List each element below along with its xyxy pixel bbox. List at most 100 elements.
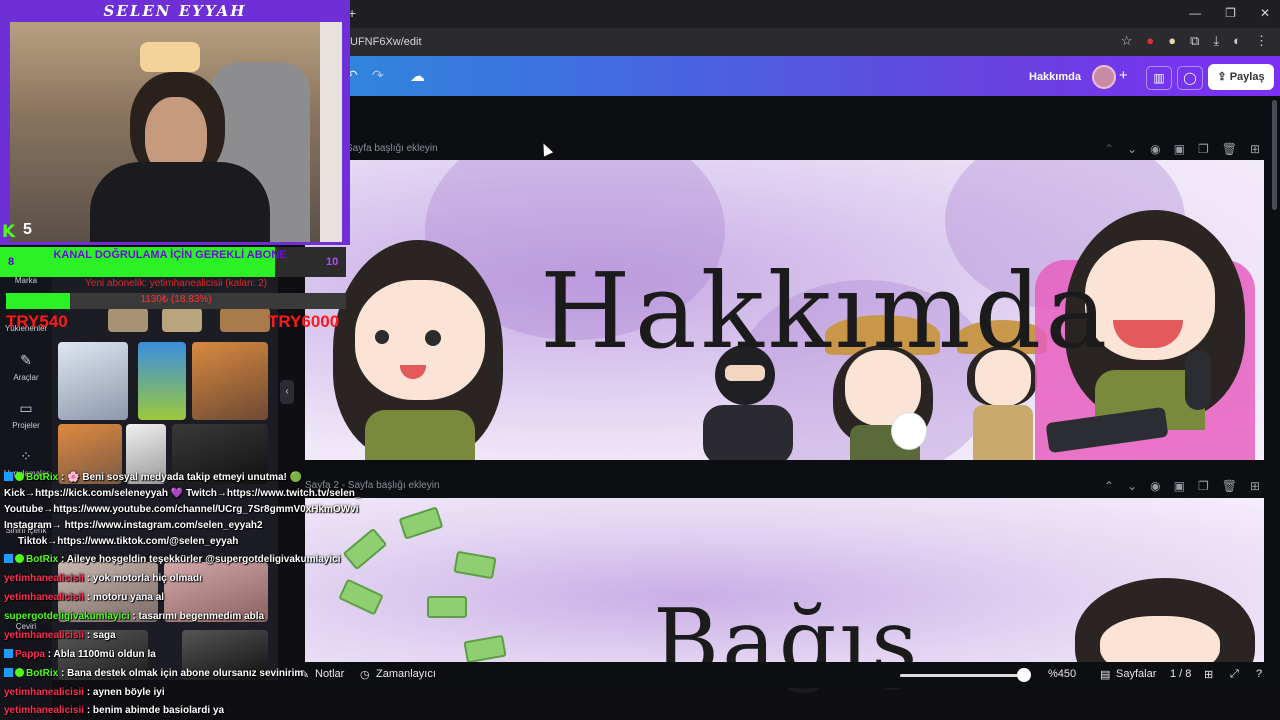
puzzle-icon[interactable]: ⧉ xyxy=(1190,33,1199,49)
chat-username: BotRix xyxy=(26,472,59,483)
chat-message: yetimhanealicisii : motoru yana al xyxy=(4,592,164,603)
insights-chart-icon[interactable]: ▥ xyxy=(1146,66,1172,90)
asset-thumbnail[interactable] xyxy=(138,342,186,420)
asset-thumbnail[interactable] xyxy=(58,342,128,420)
add-page-icon[interactable]: ⊞ xyxy=(1250,142,1260,156)
timer-button[interactable]: Zamanlayıcı xyxy=(376,668,436,680)
bot-badge-icon xyxy=(4,472,13,481)
page-1-label[interactable]: Sayfa başlığı ekleyin xyxy=(346,143,438,154)
goal-current: 8 xyxy=(8,256,15,268)
chat-username: yetimhanealicisii xyxy=(4,592,85,603)
pages-icon: ▤ xyxy=(1100,669,1111,681)
share-button[interactable]: ⇪ Paylaş xyxy=(1208,64,1274,90)
lock-icon[interactable]: ▣ xyxy=(1174,479,1185,493)
hide-icon[interactable]: ◉ xyxy=(1150,142,1160,156)
timer-icon: ◷ xyxy=(360,669,370,681)
url-text[interactable]: UFNF6Xw/edit xyxy=(350,36,422,48)
menu-icon[interactable]: ⋮ xyxy=(1255,33,1268,49)
add-page-icon[interactable]: ⊞ xyxy=(1250,479,1260,493)
editor-scrollbar[interactable] xyxy=(1272,100,1277,210)
record-icon[interactable]: ● xyxy=(1146,33,1154,49)
comment-icon[interactable]: ◯ xyxy=(1177,66,1203,90)
share-icon: ⇪ xyxy=(1217,71,1230,83)
sidebar-item-projeler[interactable]: ▭ Projeler xyxy=(4,400,48,430)
chat-text: : benim abimde basiolardi ya xyxy=(86,705,225,716)
chat-message: supergotdeligivakumlayici : tasarımı beg… xyxy=(4,611,264,622)
asset-thumbnail[interactable] xyxy=(108,308,148,332)
maximize-button[interactable]: ❐ xyxy=(1225,6,1236,20)
grid-view-icon[interactable]: ⊞ xyxy=(1204,668,1213,681)
delete-icon[interactable]: 🗑 xyxy=(1222,479,1237,493)
move-down-icon[interactable]: ⌄ xyxy=(1127,479,1137,493)
pen-icon: ✎ xyxy=(20,352,32,368)
sidebar-item-araclar[interactable]: ✎ Araçlar xyxy=(4,352,48,382)
asset-thumbnail[interactable] xyxy=(192,342,268,420)
verified-badge-icon xyxy=(15,554,24,563)
duplicate-icon[interactable]: ❐ xyxy=(1198,479,1209,493)
webcam-feed xyxy=(10,22,342,242)
chat-message: Tiktok→https://www.tiktok.com/@selen_eyy… xyxy=(18,536,238,547)
asset-thumbnail[interactable] xyxy=(220,308,270,332)
browser-toolbar-icons: ☆ ● ● ⧉ ⤓ ◐ ⋮ xyxy=(1121,33,1268,49)
folder-icon: ▭ xyxy=(19,400,33,416)
page-1-heading[interactable]: Hakkımda xyxy=(540,250,1111,372)
chat-message: yetimhanealicisii : saga xyxy=(4,630,116,641)
extension-icon[interactable]: ● xyxy=(1168,33,1176,49)
chat-text: : saga xyxy=(86,630,116,641)
verified-badge-icon xyxy=(15,472,24,481)
move-down-icon[interactable]: ⌄ xyxy=(1127,142,1137,156)
kick-logo-icon: K xyxy=(2,222,16,242)
pages-button[interactable]: Sayfalar xyxy=(1116,668,1156,680)
window-controls: — ❐ ✕ xyxy=(1189,6,1270,20)
redo-icon[interactable]: ↷ xyxy=(372,67,384,84)
chat-message: yetimhanealicisii : benim abimde basiola… xyxy=(4,705,224,716)
close-window-button[interactable]: ✕ xyxy=(1260,6,1270,20)
download-icon[interactable]: ⤓ xyxy=(1213,33,1219,49)
bookmark-star-icon[interactable]: ☆ xyxy=(1121,33,1133,49)
money-bill-illustration xyxy=(338,578,384,616)
chat-username: supergotdeligivakumlayici xyxy=(4,611,130,622)
add-collaborator-button[interactable]: + xyxy=(1119,67,1128,84)
zoom-slider-fill xyxy=(900,674,1024,677)
minimize-button[interactable]: — xyxy=(1189,6,1201,20)
move-up-icon[interactable]: ⌃ xyxy=(1104,479,1114,493)
hide-icon[interactable]: ◉ xyxy=(1150,479,1160,493)
zoom-level[interactable]: %450 xyxy=(1048,668,1076,680)
donation-goal-end: TRY6000 xyxy=(268,312,340,331)
avatar[interactable] xyxy=(1092,65,1116,89)
subscription-alert: Yeni abonelik: yetimhanealicisii (kalan:… xyxy=(85,278,267,289)
chat-message: Pappa : Abla 1100mü oldun la xyxy=(4,649,156,660)
notes-button[interactable]: Notlar xyxy=(315,668,344,680)
fullscreen-icon[interactable]: ⤢ xyxy=(1230,668,1239,681)
chat-message: BotRix : Aileye hoşgeldin teşekkürler @s… xyxy=(4,554,341,565)
share-label: Paylaş xyxy=(1229,71,1265,83)
sidebar-item-label: Projeler xyxy=(12,421,40,430)
chat-username: yetimhanealicisii xyxy=(4,687,85,698)
sidebar-item-marka[interactable]: Marka xyxy=(4,276,48,285)
chat-message: yetimhanealicisii : aynen böyle iyi xyxy=(4,687,165,698)
asset-thumbnail[interactable] xyxy=(162,308,202,332)
zoom-slider-handle[interactable] xyxy=(1017,668,1031,682)
move-up-icon[interactable]: ⌃ xyxy=(1104,142,1114,156)
chat-message: yetimhanealicisii : yok motorla hiç olma… xyxy=(4,573,202,584)
lock-icon[interactable]: ▣ xyxy=(1174,142,1185,156)
goal-text: KANAL DOĞRULAMA İÇİN GEREKLİ ABONE xyxy=(53,249,287,261)
sidebar-item-label: Marka xyxy=(14,276,38,285)
page-2-controls: ⌃ ⌄ ◉ ▣ ❐ 🗑 ⊞ xyxy=(1104,479,1260,493)
cloud-save-icon[interactable]: ☁ xyxy=(410,67,425,85)
duplicate-icon[interactable]: ❐ xyxy=(1198,142,1209,156)
help-icon[interactable]: ? xyxy=(1256,668,1262,680)
profile-icon[interactable]: ◐ xyxy=(1233,33,1241,49)
chat-text: Youtube→https://www.youtube.com/channel/… xyxy=(4,504,359,515)
donation-goal-text: 1130₺ (18.83%) xyxy=(140,294,212,305)
chat-message: BotRix : 🌸 Beni sosyal medyada takip etm… xyxy=(4,472,302,483)
design-title[interactable]: Hakkımda xyxy=(1029,71,1081,83)
money-bill-illustration xyxy=(463,634,507,662)
money-bill-illustration xyxy=(398,506,444,540)
chat-message: Instagram→ https://www.instagram.com/sel… xyxy=(4,520,263,531)
verified-badge-icon xyxy=(15,668,24,677)
money-bill-illustration xyxy=(342,527,388,571)
delete-icon[interactable]: 🗑 xyxy=(1222,142,1237,156)
chat-username: yetimhanealicisii xyxy=(4,705,85,716)
collapse-panel-button[interactable]: ‹ xyxy=(280,380,294,404)
